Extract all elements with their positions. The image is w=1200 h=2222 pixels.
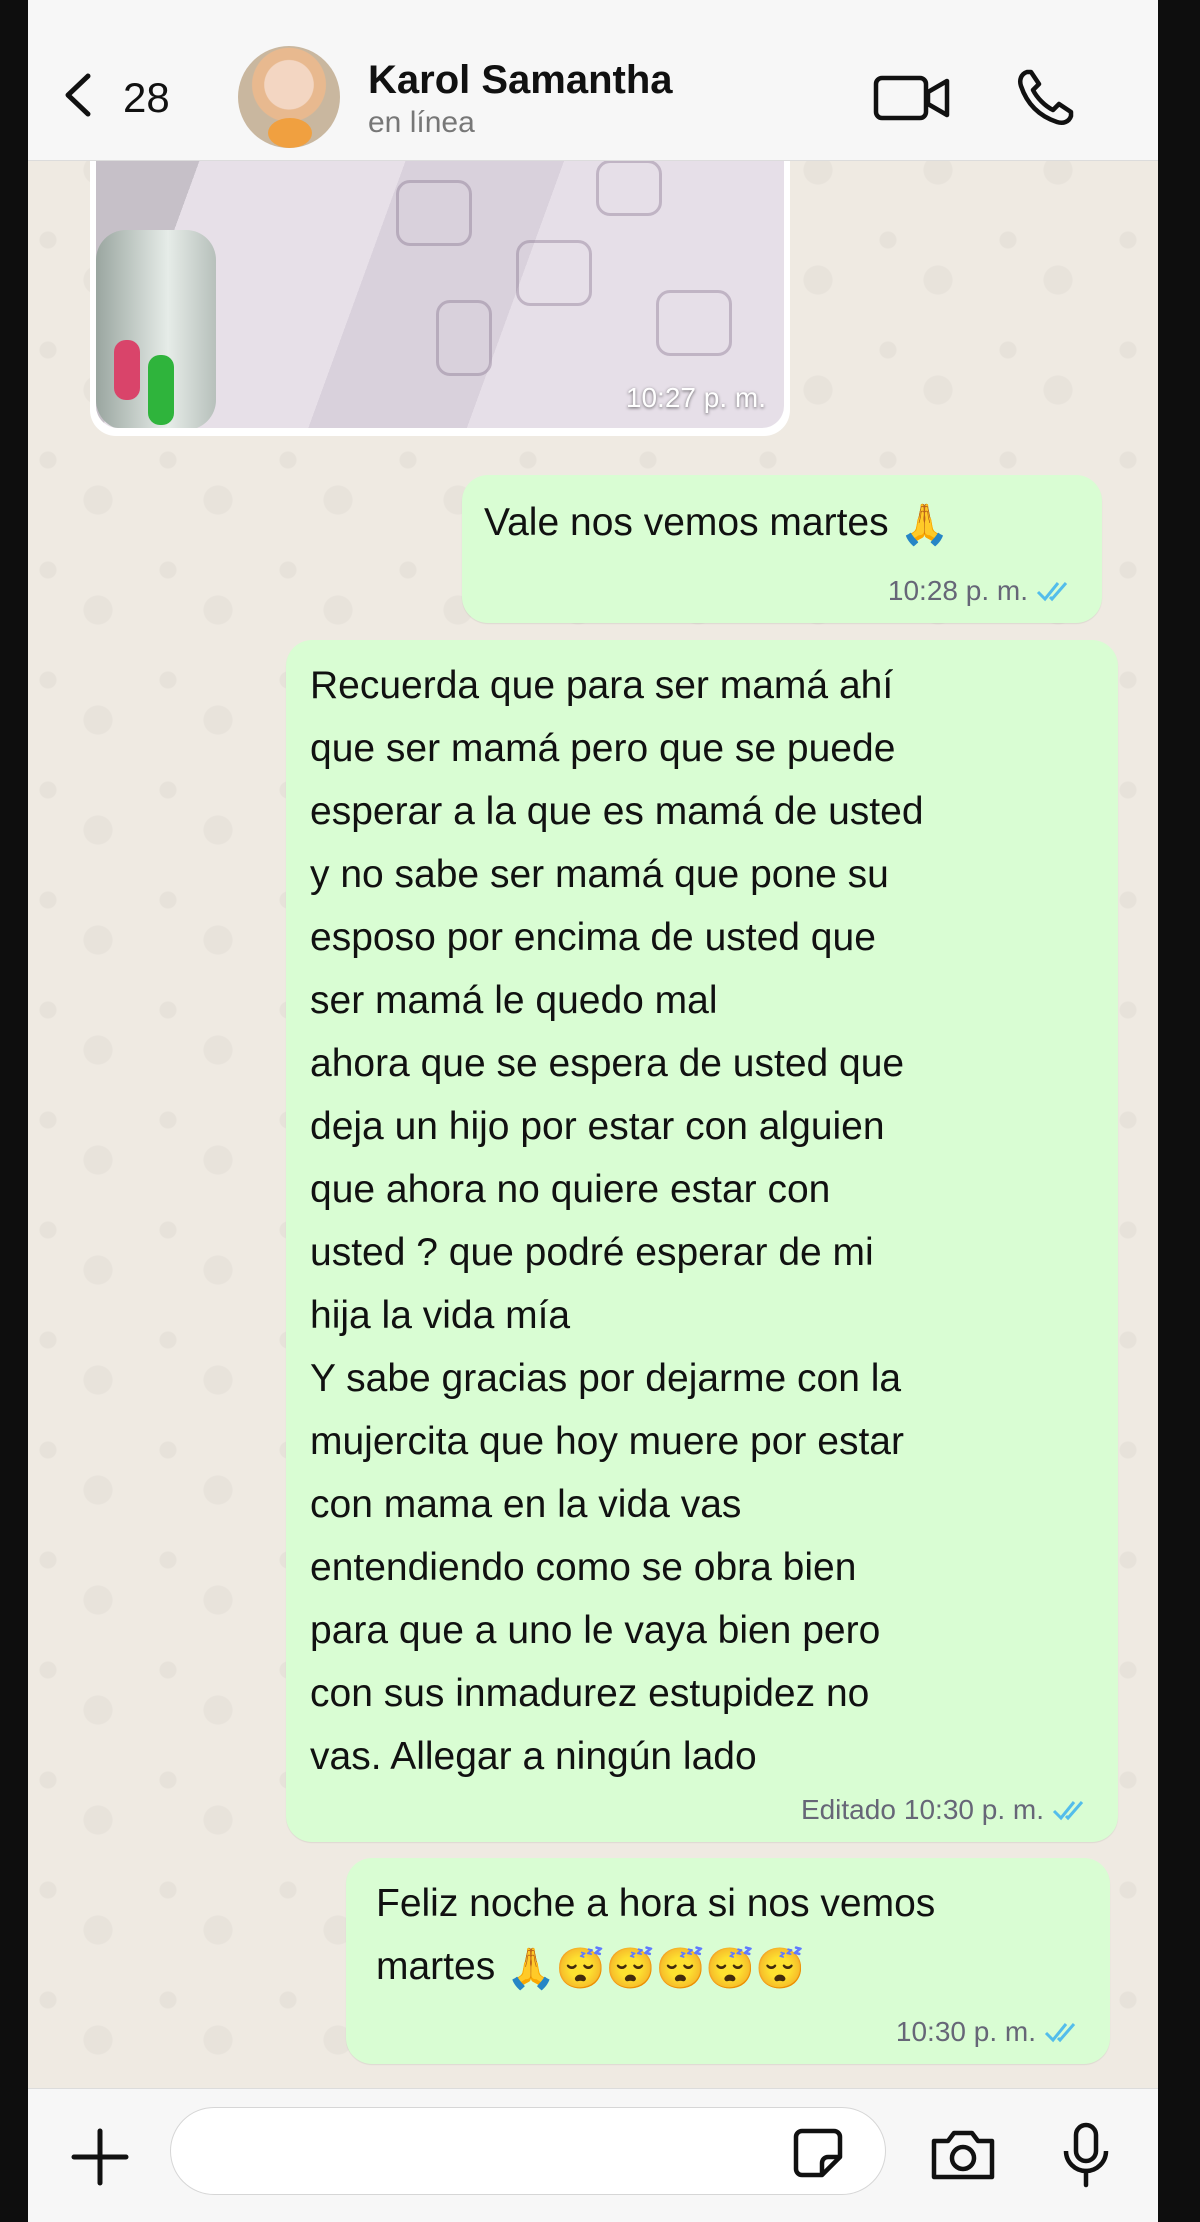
message-meta: 10:30 p. m. (896, 2016, 1080, 2048)
emoji: 🙏😴😴😴😴😴 (506, 1946, 805, 1991)
message-text: Recuerda que para ser mamá ahí que ser m… (310, 664, 924, 1778)
message-time: 10:28 p. m. (887, 575, 1028, 606)
composer-bar (28, 2088, 1158, 2222)
photo-detail (114, 340, 140, 400)
photo-detail (656, 290, 732, 356)
photo-detail (396, 180, 472, 246)
photo-detail (148, 355, 174, 425)
emoji: 🙏 (899, 502, 950, 547)
photo-detail (436, 300, 492, 376)
sticker-icon (793, 2128, 843, 2178)
message-meta: 10:28 p. m. (888, 575, 1072, 607)
message-meta: Editado 10:30 p. m. (801, 1794, 1088, 1826)
attach-button[interactable] (68, 2125, 132, 2189)
message-time: 10:30 p. m. (895, 2016, 1036, 2047)
back-chevron-icon (65, 73, 91, 117)
chat-screen: 28 Karol Samantha en línea 10:27 p. m. V… (28, 0, 1158, 2222)
message-time: 10:30 p. m. (903, 1794, 1044, 1825)
double-check-icon (1036, 582, 1068, 602)
image-message[interactable]: 10:27 p. m. (90, 140, 790, 436)
microphone-button[interactable] (1060, 2121, 1112, 2191)
sticker-button[interactable] (792, 2127, 844, 2179)
message-text: Vale nos vemos martes 🙏 (484, 501, 950, 547)
microphone-icon (1063, 2122, 1109, 2188)
camera-button[interactable] (928, 2127, 998, 2183)
unread-count[interactable]: 28 (123, 74, 170, 122)
photo-detail (596, 160, 662, 216)
message-text: Feliz noche a hora si nos vemos martes 🙏… (376, 1882, 936, 1991)
back-button[interactable] (58, 70, 98, 120)
photo-detail (516, 240, 592, 306)
contact-avatar[interactable] (238, 46, 340, 148)
outgoing-message[interactable]: Vale nos vemos martes 🙏 10:28 p. m. (462, 475, 1102, 623)
video-call-button[interactable] (873, 72, 953, 124)
chat-header: 28 Karol Samantha en línea (28, 0, 1158, 161)
edited-label: Editado (800, 1794, 896, 1825)
outgoing-message[interactable]: Recuerda que para ser mamá ahí que ser m… (286, 640, 1118, 1842)
double-check-icon (1052, 1801, 1084, 1821)
phone-call-button[interactable] (1013, 66, 1077, 130)
message-input[interactable] (170, 2107, 886, 2195)
plus-icon (71, 2128, 129, 2186)
message-time: 10:27 p. m. (625, 382, 766, 413)
outgoing-message[interactable]: Feliz noche a hora si nos vemos martes 🙏… (346, 1858, 1110, 2064)
avatar-image-detail (268, 118, 312, 148)
phone-call-icon (1018, 69, 1074, 125)
camera-icon (931, 2130, 995, 2180)
contact-status: en línea (368, 106, 475, 139)
contact-name[interactable]: Karol Samantha (368, 58, 673, 103)
video-call-icon (873, 75, 950, 121)
double-check-icon (1044, 2023, 1076, 2043)
